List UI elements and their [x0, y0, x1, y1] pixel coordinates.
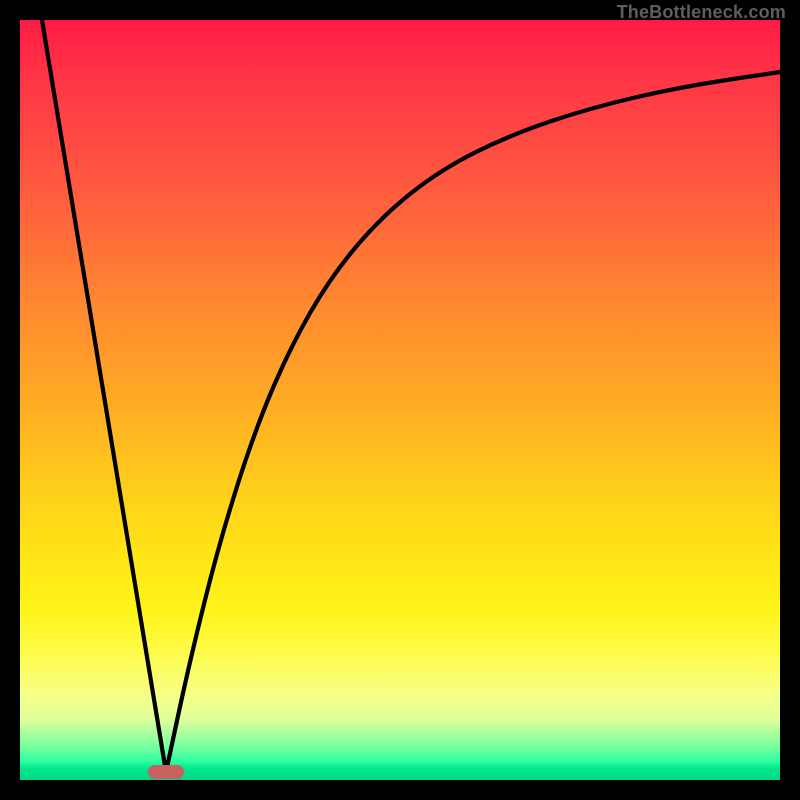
bottleneck-curve: [42, 20, 780, 772]
optimum-marker: [148, 765, 184, 779]
curve-layer: [20, 20, 780, 780]
plot-area: [20, 20, 780, 780]
chart-frame: TheBottleneck.com: [0, 0, 800, 800]
